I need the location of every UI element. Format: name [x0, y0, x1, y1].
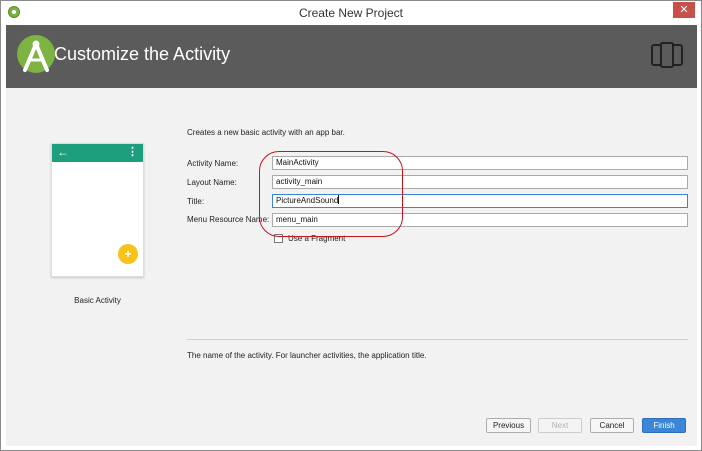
previous-button[interactable]: Previous: [486, 418, 531, 433]
wizard-header: Customize the Activity: [6, 25, 697, 88]
title-input[interactable]: PictureAndSound: [272, 194, 688, 208]
cancel-button[interactable]: Cancel: [590, 418, 634, 433]
use-fragment-option[interactable]: Use a Fragment: [274, 234, 345, 243]
activity-name-input[interactable]: MainActivity: [272, 156, 688, 170]
title-label: Title:: [187, 197, 205, 206]
device-form-factor-icon: [651, 42, 683, 68]
field-help-text: The name of the activity. For launcher a…: [187, 351, 427, 360]
activity-description: Creates a new basic activity with an app…: [187, 128, 345, 137]
preview-caption: Basic Activity: [74, 296, 121, 305]
wizard-heading: Customize the Activity: [54, 44, 231, 64]
text-caret: [338, 195, 340, 204]
finish-button[interactable]: Finish: [642, 418, 686, 433]
android-studio-logo-icon: [17, 35, 55, 73]
create-project-window: Create New Project ✕ Customize the Activ…: [0, 0, 702, 451]
wizard-body: ← ⋮ + Basic Activity Creates a new basic…: [6, 88, 697, 446]
use-fragment-checkbox[interactable]: [274, 234, 283, 243]
back-arrow-icon: ←: [57, 145, 69, 159]
activity-preview: ← ⋮ +: [51, 143, 144, 277]
activity-name-label: Activity Name:: [187, 159, 239, 168]
overflow-menu-icon: ⋮: [127, 146, 138, 158]
menu-resource-name-input[interactable]: menu_main: [272, 213, 688, 227]
preview-app-bar: ← ⋮: [52, 144, 143, 162]
use-fragment-label: Use a Fragment: [288, 234, 346, 243]
window-title: Create New Project: [298, 6, 404, 20]
fab-plus-icon: +: [118, 244, 138, 264]
layout-name-input[interactable]: activity_main: [272, 175, 688, 189]
title-bar: Create New Project ✕: [1, 1, 701, 25]
layout-name-label: Layout Name:: [187, 178, 237, 187]
next-button[interactable]: Next: [538, 418, 582, 433]
close-button[interactable]: ✕: [673, 2, 695, 18]
separator: [187, 339, 688, 340]
menu-resource-name-label: Menu Resource Name:: [187, 215, 270, 224]
title-input-value: PictureAndSound: [276, 196, 339, 205]
